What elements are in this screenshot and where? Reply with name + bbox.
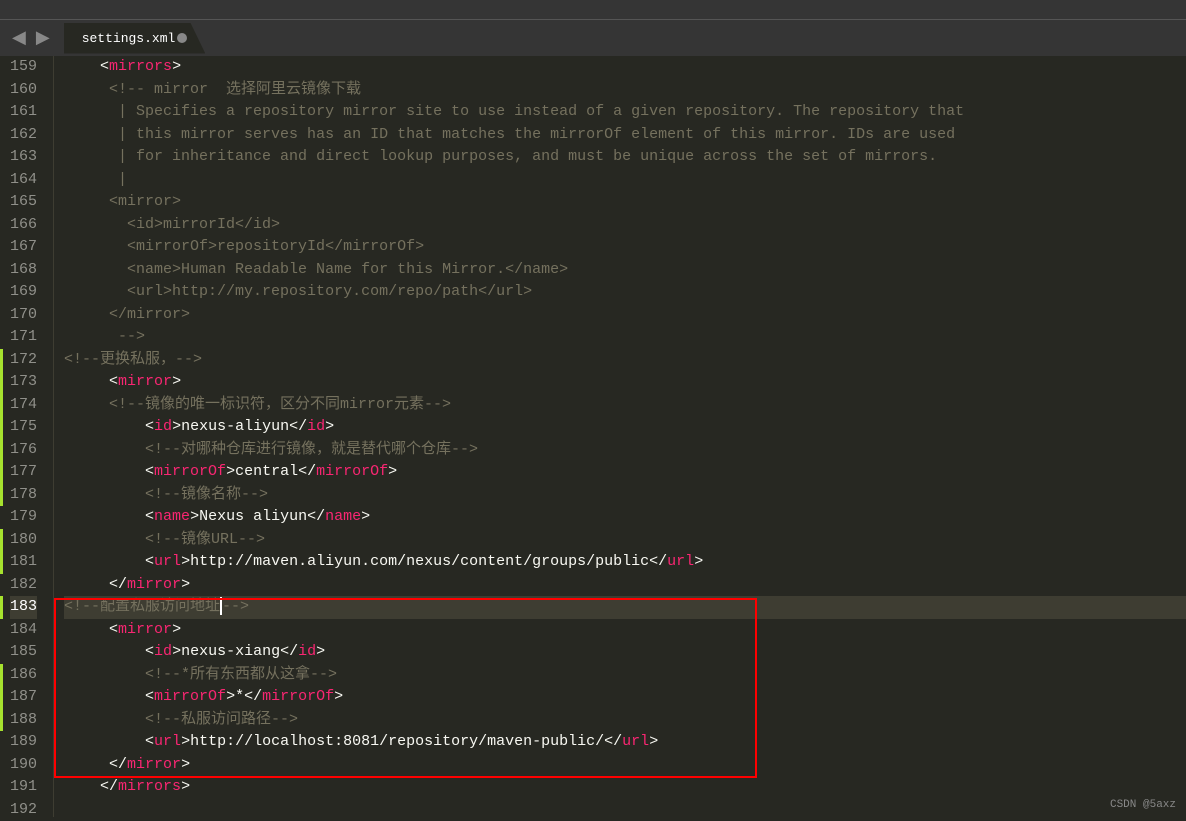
line-number: 161 — [10, 101, 37, 124]
line-number: 185 — [10, 641, 37, 664]
code-line[interactable]: | — [64, 169, 1186, 192]
nav-forward-icon[interactable]: ▶ — [32, 27, 54, 49]
mod-mark-icon — [0, 484, 3, 507]
code-line[interactable]: </mirror> — [64, 754, 1186, 777]
mod-mark-icon — [0, 439, 3, 462]
line-number: 181 — [10, 551, 37, 574]
mod-mark-icon — [0, 664, 3, 687]
line-number: 188 — [10, 709, 37, 732]
code-line[interactable]: <mirror> — [64, 191, 1186, 214]
code-line[interactable]: <!--配置私服访问地址--> — [64, 596, 1186, 619]
line-number: 162 — [10, 124, 37, 147]
line-number: 167 — [10, 236, 37, 259]
line-number: 189 — [10, 731, 37, 754]
line-number: 178 — [10, 484, 37, 507]
mod-mark-icon — [0, 686, 3, 709]
code-line[interactable]: <url>http://my.repository.com/repo/path<… — [64, 281, 1186, 304]
code-line[interactable]: </mirror> — [64, 304, 1186, 327]
tab-bar: ◀ ▶ settings.xml — [0, 20, 1186, 56]
gutter-marks — [0, 56, 3, 817]
code-line[interactable]: <name>Human Readable Name for this Mirro… — [64, 259, 1186, 282]
tab-dirty-indicator-icon — [177, 33, 187, 43]
code-line[interactable]: | Specifies a repository mirror site to … — [64, 101, 1186, 124]
code-line[interactable]: <id>mirrorId</id> — [64, 214, 1186, 237]
mod-mark-icon — [0, 461, 3, 484]
tab-label: settings.xml — [82, 31, 176, 46]
line-number: 159 — [10, 56, 37, 79]
code-line[interactable]: <id>nexus-aliyun</id> — [64, 416, 1186, 439]
gutter: 1591601611621631641651661671681691701711… — [0, 56, 54, 817]
code-line[interactable]: <!--*所有东西都从这拿--> — [64, 664, 1186, 687]
code-line[interactable]: --> — [64, 326, 1186, 349]
menubar — [0, 0, 1186, 20]
code-line[interactable]: | for inheritance and direct lookup purp… — [64, 146, 1186, 169]
code-line[interactable]: </mirrors> — [64, 776, 1186, 799]
code-line[interactable]: <!-- mirror 选择阿里云镜像下载 — [64, 79, 1186, 102]
code-line[interactable]: <url>http://maven.aliyun.com/nexus/conte… — [64, 551, 1186, 574]
mod-mark-icon — [0, 349, 3, 372]
line-number: 182 — [10, 574, 37, 597]
line-number: 166 — [10, 214, 37, 237]
code-line[interactable]: <!--镜像的唯一标识符，区分不同mirror元素--> — [64, 394, 1186, 417]
code-line[interactable]: <name>Nexus aliyun</name> — [64, 506, 1186, 529]
line-number: 169 — [10, 281, 37, 304]
tab-settings-xml[interactable]: settings.xml — [64, 23, 206, 54]
line-number: 163 — [10, 146, 37, 169]
line-number: 186 — [10, 664, 37, 687]
code-line[interactable]: </mirror> — [64, 574, 1186, 597]
code-line[interactable]: <url>http://localhost:8081/repository/ma… — [64, 731, 1186, 754]
line-number: 179 — [10, 506, 37, 529]
line-number: 164 — [10, 169, 37, 192]
line-number: 187 — [10, 686, 37, 709]
nav-arrows: ◀ ▶ — [8, 27, 54, 49]
line-number: 172 — [10, 349, 37, 372]
mod-mark-icon — [0, 394, 3, 417]
line-number: 168 — [10, 259, 37, 282]
line-number: 192 — [10, 799, 37, 821]
line-number: 183 — [10, 596, 37, 619]
mod-mark-icon — [0, 529, 3, 552]
nav-back-icon[interactable]: ◀ — [8, 27, 30, 49]
line-number: 170 — [10, 304, 37, 327]
code-line[interactable]: <mirrorOf>repositoryId</mirrorOf> — [64, 236, 1186, 259]
code-line[interactable]: <!--私服访问路径--> — [64, 709, 1186, 732]
code-area[interactable]: <mirrors> <!-- mirror 选择阿里云镜像下载 | Specif… — [54, 56, 1186, 817]
line-number: 177 — [10, 461, 37, 484]
line-number: 184 — [10, 619, 37, 642]
line-number: 171 — [10, 326, 37, 349]
code-line[interactable]: <mirrors> — [64, 56, 1186, 79]
code-line[interactable]: <mirror> — [64, 619, 1186, 642]
line-number: 176 — [10, 439, 37, 462]
code-line[interactable]: <!--镜像名称--> — [64, 484, 1186, 507]
mod-mark-icon — [0, 709, 3, 732]
mod-mark-icon — [0, 416, 3, 439]
code-line[interactable]: <id>nexus-xiang</id> — [64, 641, 1186, 664]
line-number: 173 — [10, 371, 37, 394]
code-line[interactable]: <!--对哪种仓库进行镜像，就是替代哪个仓库--> — [64, 439, 1186, 462]
line-number: 160 — [10, 79, 37, 102]
line-number: 190 — [10, 754, 37, 777]
mod-mark-icon — [0, 371, 3, 394]
line-number: 180 — [10, 529, 37, 552]
code-line[interactable]: <mirrorOf>*</mirrorOf> — [64, 686, 1186, 709]
line-number: 165 — [10, 191, 37, 214]
code-line[interactable]: <mirror> — [64, 371, 1186, 394]
line-number: 175 — [10, 416, 37, 439]
code-line[interactable] — [64, 799, 1186, 821]
code-line[interactable]: <!--镜像URL--> — [64, 529, 1186, 552]
mod-mark-icon — [0, 596, 3, 619]
code-line[interactable]: | this mirror serves has an ID that matc… — [64, 124, 1186, 147]
code-line[interactable]: <!--更换私服，--> — [64, 349, 1186, 372]
watermark: CSDN @5axz — [1110, 799, 1176, 811]
line-number: 174 — [10, 394, 37, 417]
line-number: 191 — [10, 776, 37, 799]
code-line[interactable]: <mirrorOf>central</mirrorOf> — [64, 461, 1186, 484]
mod-mark-icon — [0, 551, 3, 574]
editor[interactable]: 1591601611621631641651661671681691701711… — [0, 56, 1186, 817]
